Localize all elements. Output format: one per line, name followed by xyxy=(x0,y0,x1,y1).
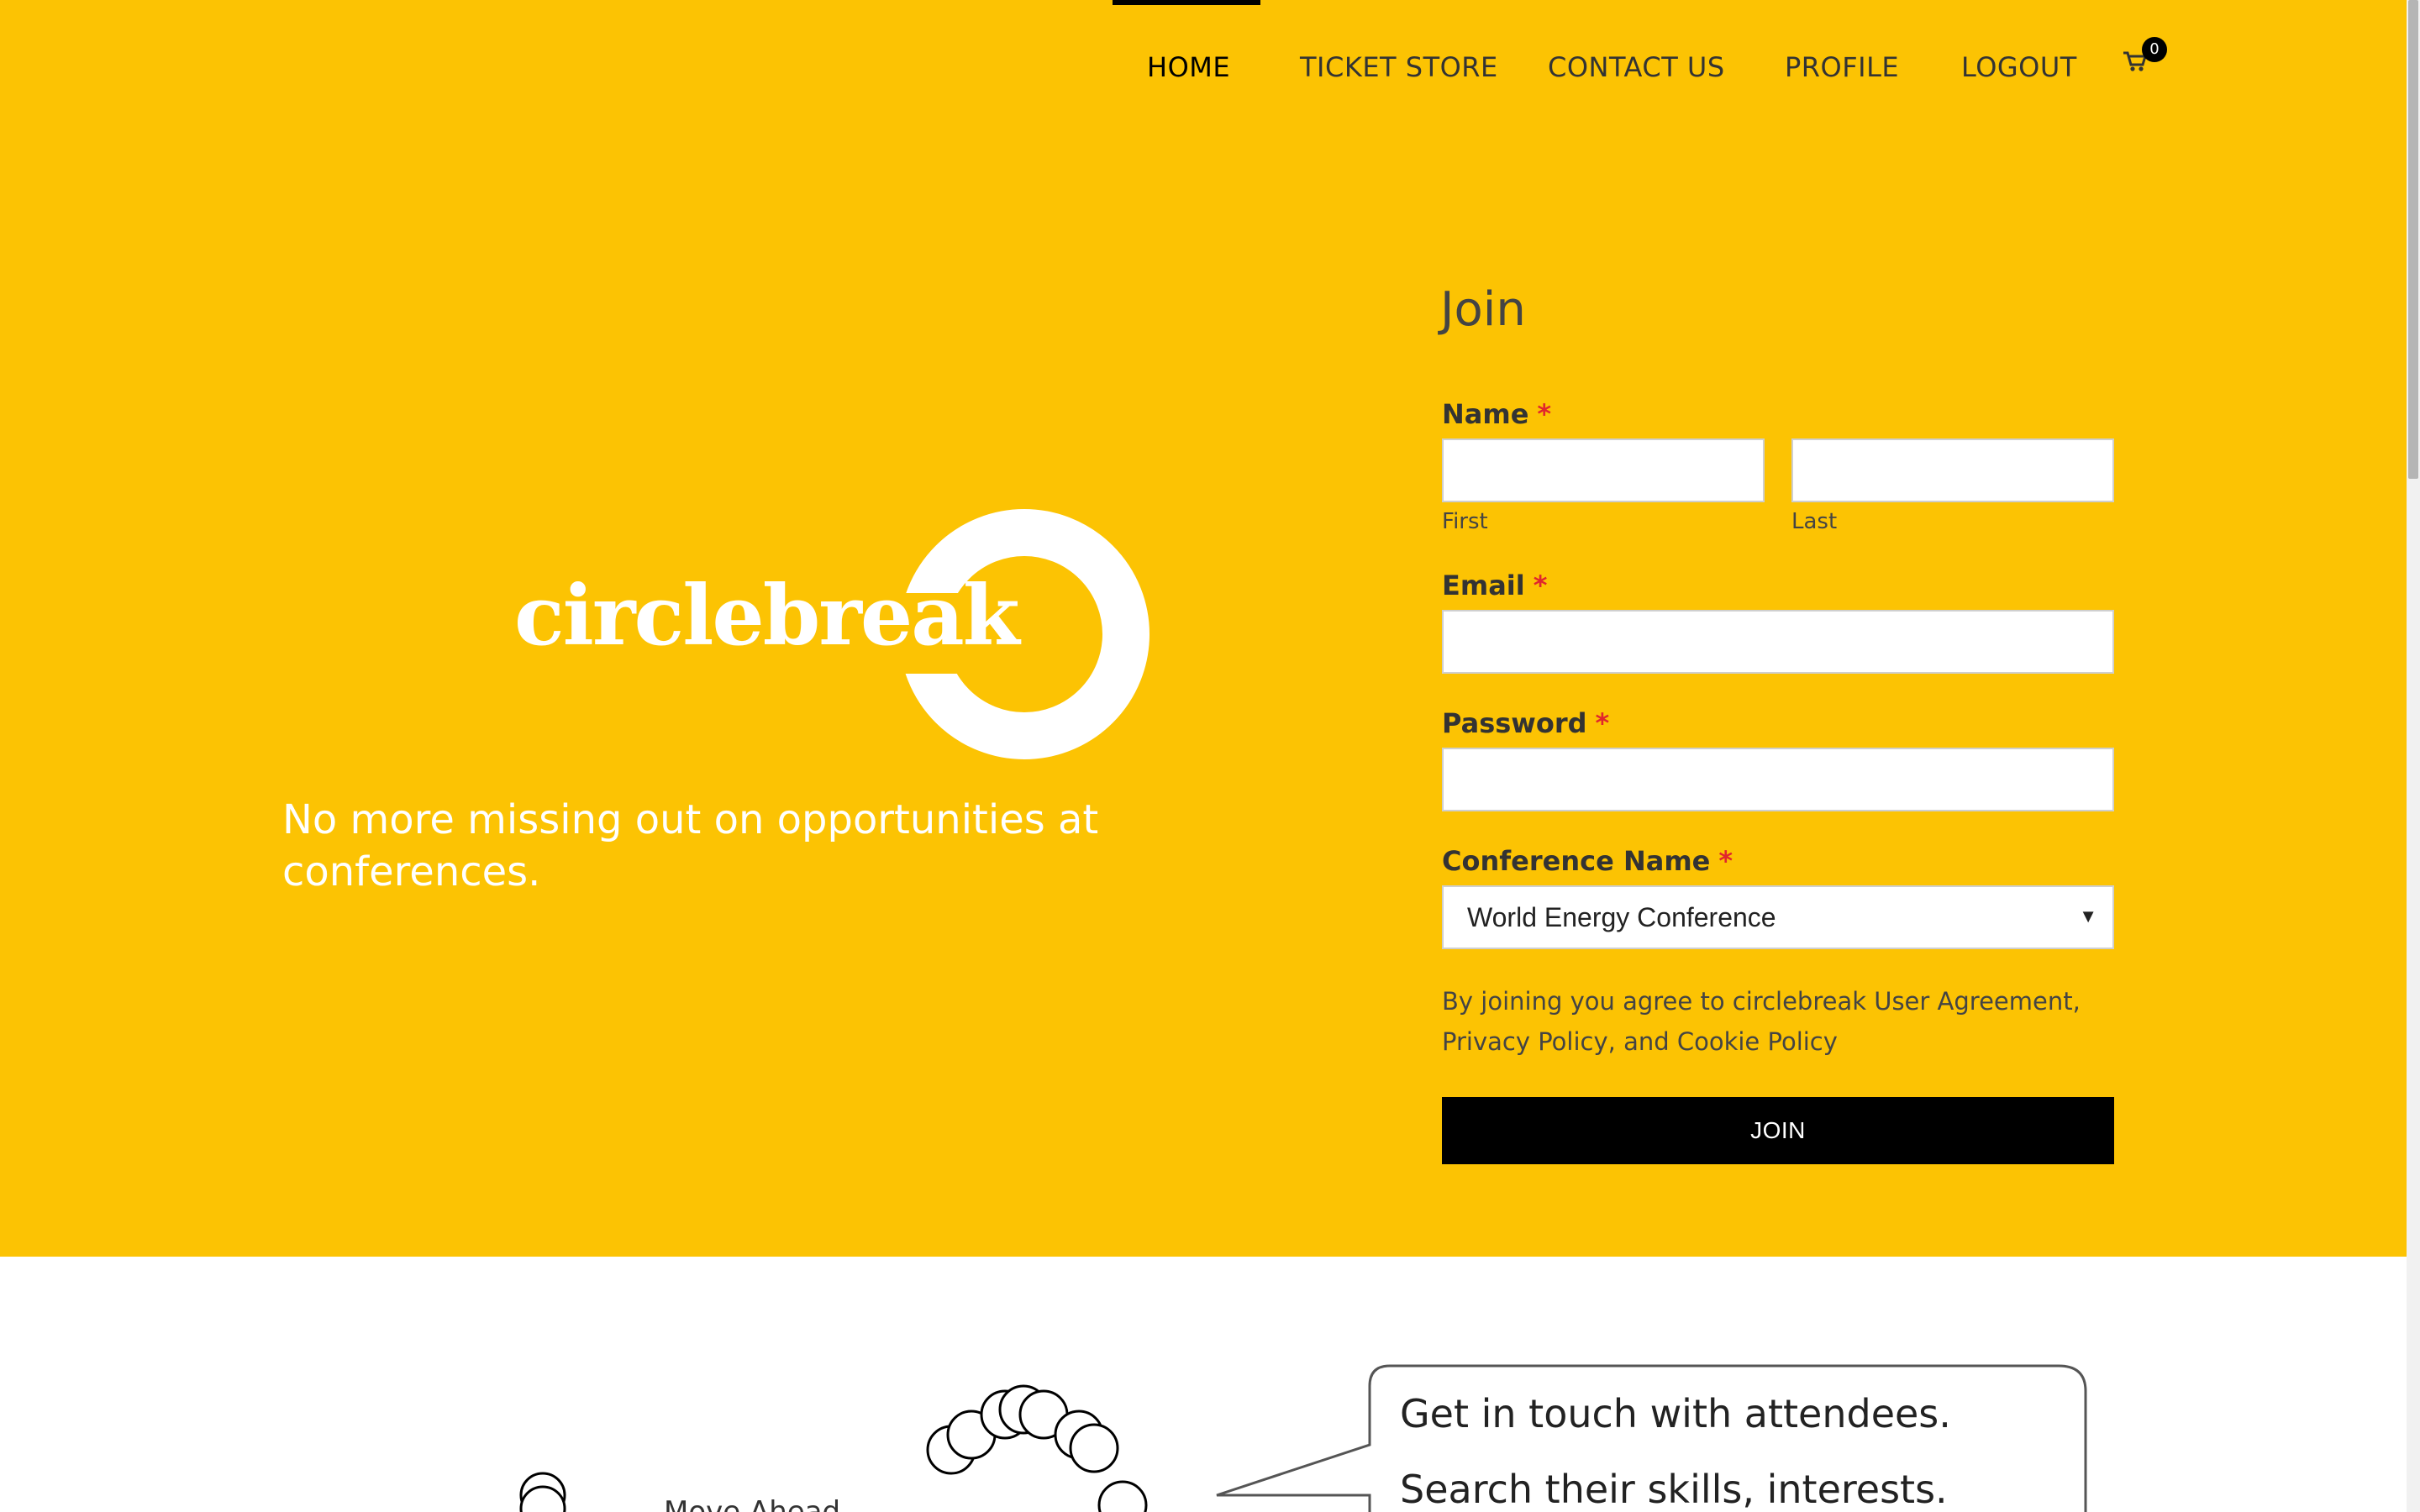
password-label-text: Password xyxy=(1442,707,1587,739)
illustration-caption: Move Ahead xyxy=(664,1495,841,1512)
join-button[interactable]: JOIN xyxy=(1442,1097,2114,1164)
last-sublabel: Last xyxy=(1791,509,1838,534)
nav-logout[interactable]: LOGOUT xyxy=(1961,47,2077,87)
conference-select[interactable]: World Energy Conference ▼ xyxy=(1442,885,2114,949)
scrollbar-thumb[interactable] xyxy=(2408,0,2418,479)
required-mark: * xyxy=(1537,398,1552,430)
page: HOME TICKET STORE CONTACT US PROFILE LOG… xyxy=(0,0,2420,1512)
logo-text: circlebreak xyxy=(514,568,1020,664)
last-name-input[interactable] xyxy=(1791,438,2114,502)
conference-label: Conference Name * xyxy=(1442,845,1733,877)
required-mark: * xyxy=(1595,707,1610,739)
first-sublabel: First xyxy=(1442,509,1488,534)
email-input[interactable] xyxy=(1442,610,2114,674)
nav-contact-us[interactable]: CONTACT US xyxy=(1548,47,1725,87)
nav-ticket-store[interactable]: TICKET STORE xyxy=(1300,47,1498,87)
required-mark: * xyxy=(1718,845,1733,877)
top-nav: HOME TICKET STORE CONTACT US PROFILE LOG… xyxy=(0,47,2407,87)
nav-profile[interactable]: PROFILE xyxy=(1785,47,1899,87)
form-title: Join xyxy=(1440,282,1526,337)
first-name-input[interactable] xyxy=(1442,438,1765,502)
people-illustration xyxy=(519,1384,1148,1512)
bubble-line-2: Search their skills, interests. xyxy=(1400,1467,1948,1512)
email-label-text: Email xyxy=(1442,570,1525,601)
email-label: Email * xyxy=(1442,570,1547,601)
nav-home[interactable]: HOME xyxy=(1147,47,1230,87)
password-label: Password * xyxy=(1442,707,1609,739)
password-input[interactable] xyxy=(1442,748,2114,811)
tagline: No more missing out on opportunities at … xyxy=(282,796,1099,895)
conference-label-text: Conference Name xyxy=(1442,845,1711,877)
terms-text: By joining you agree to circlebreak User… xyxy=(1442,987,2081,1056)
cart-count-badge: 0 xyxy=(2142,37,2167,62)
bubble-line-1: Get in touch with attendees. xyxy=(1400,1391,1951,1436)
required-mark: * xyxy=(1533,570,1548,601)
hero-section: HOME TICKET STORE CONTACT US PROFILE LOG… xyxy=(0,0,2407,1257)
nav-active-indicator xyxy=(1113,0,1260,5)
name-label-text: Name xyxy=(1442,398,1529,430)
conference-selected-value: World Energy Conference xyxy=(1467,902,1776,932)
name-label: Name * xyxy=(1442,398,1551,430)
dropdown-arrow-icon: ▼ xyxy=(2079,906,2097,927)
